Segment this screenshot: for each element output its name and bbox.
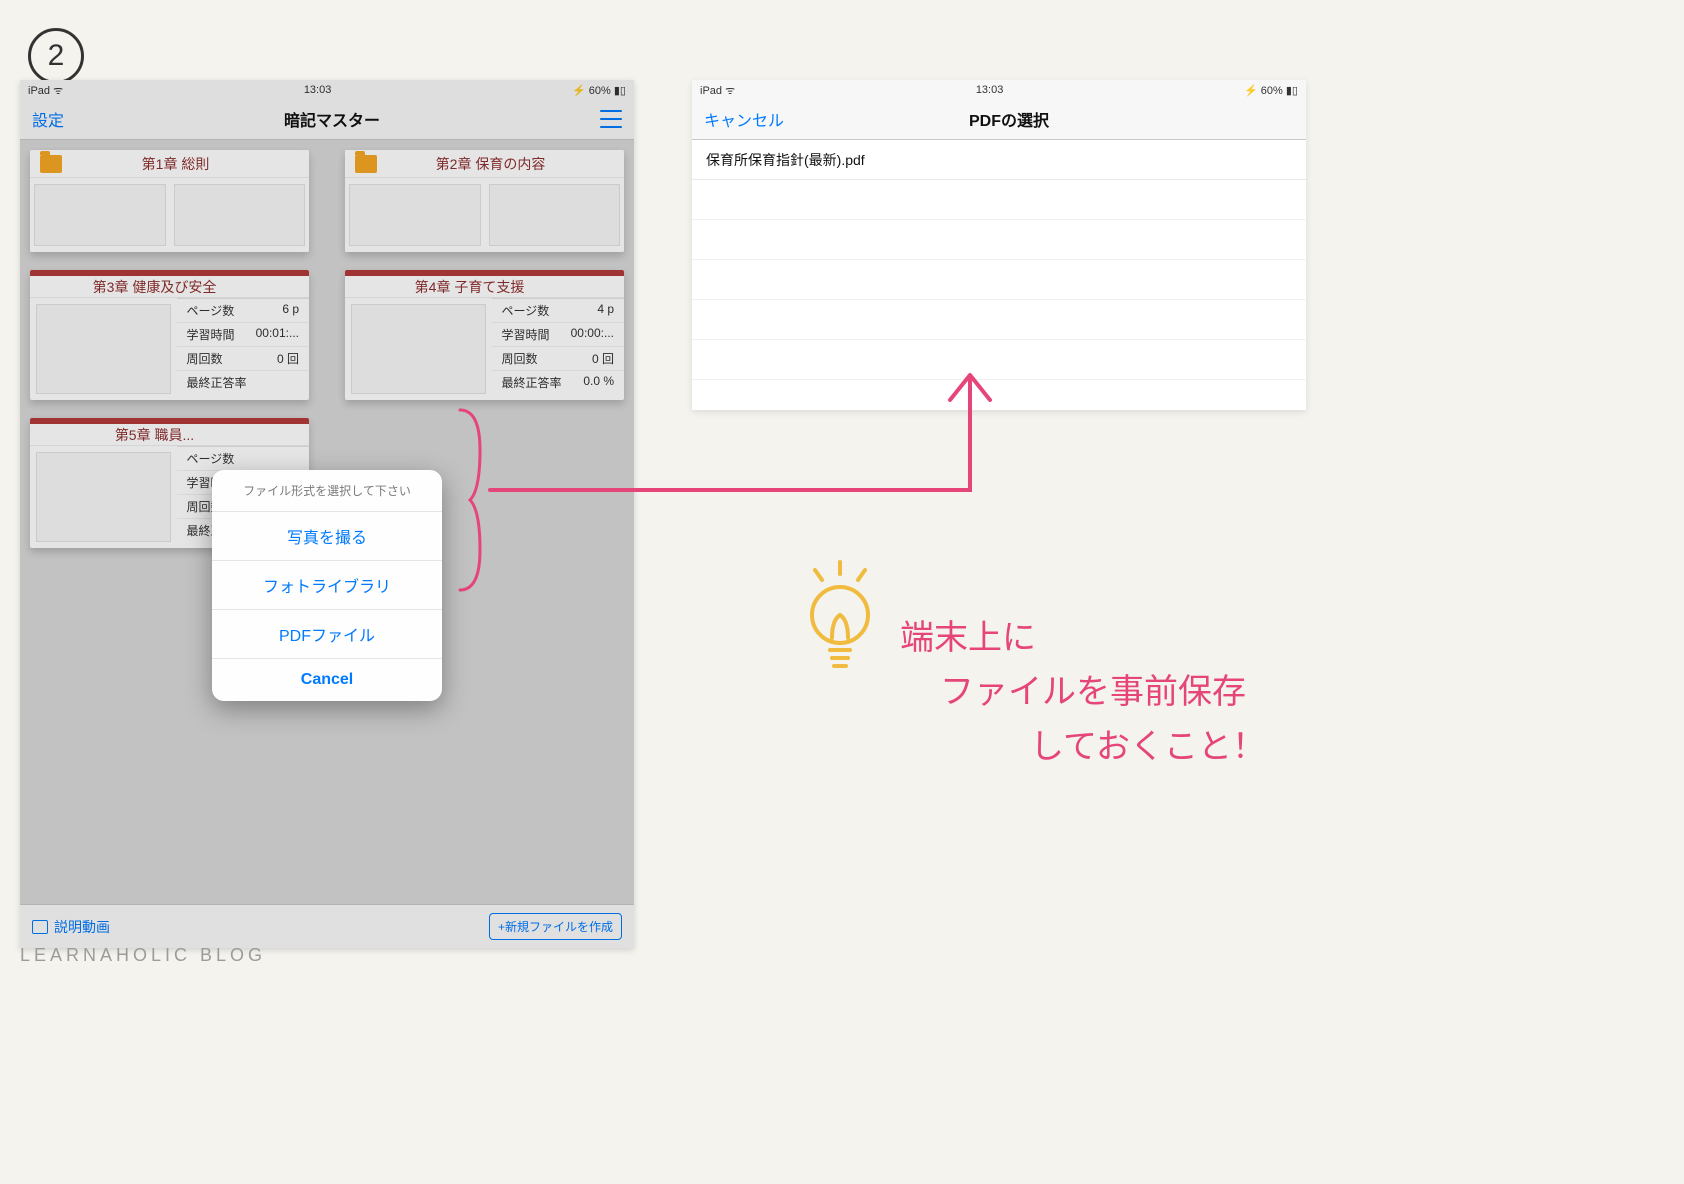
status-battery: ⚡ 60% ▮▯ — [1244, 84, 1298, 97]
sheet-pdf-file[interactable]: PDFファイル — [212, 610, 442, 659]
device-label: iPad ᯤ — [700, 83, 735, 98]
right-ipad-screenshot: iPad ᯤ 13:03 ⚡ 60% ▮▯ キャンセル PDFの選択 保育所保育… — [692, 80, 1306, 410]
left-ipad-screenshot: iPad ᯤ 13:03 ⚡ 60% ▮▯ 設定 暗記マスター 第1章 総則 第… — [20, 80, 634, 948]
pdf-file-row[interactable]: 保育所保育指針(最新).pdf — [692, 140, 1306, 180]
sheet-cancel-button[interactable]: Cancel — [212, 659, 442, 701]
cancel-button[interactable]: キャンセル — [704, 107, 784, 131]
file-type-action-sheet: ファイル形式を選択して下さい 写真を撮る フォトライブラリ PDFファイル Ca… — [212, 470, 442, 701]
sheet-photo-library[interactable]: フォトライブラリ — [212, 561, 442, 610]
sheet-title: ファイル形式を選択して下さい — [212, 470, 442, 512]
empty-list-area — [692, 180, 1306, 390]
step-number-badge: 2 — [28, 28, 84, 84]
sheet-take-photo[interactable]: 写真を撮る — [212, 512, 442, 561]
status-bar: iPad ᯤ 13:03 ⚡ 60% ▮▯ — [692, 80, 1306, 98]
blog-watermark: LEARNAHOLIC BLOG — [20, 945, 266, 966]
status-time: 13:03 — [976, 84, 1004, 96]
handwritten-note: 端末上に ファイルを事前保存 しておくこと！ — [900, 612, 1266, 775]
lightbulb-icon — [790, 560, 890, 680]
picker-title: PDFの選択 — [969, 107, 1049, 131]
nav-bar: キャンセル PDFの選択 — [692, 98, 1306, 140]
